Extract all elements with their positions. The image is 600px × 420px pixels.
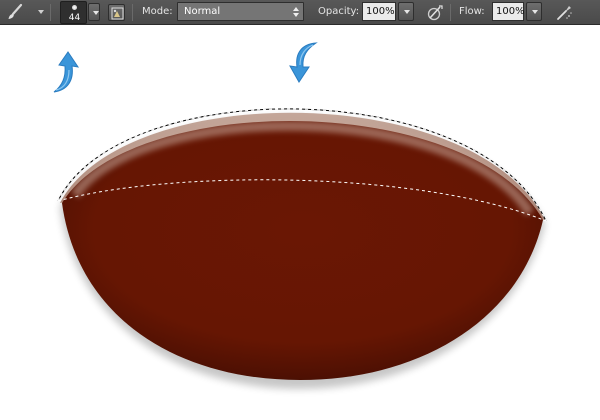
- select-arrows-icon: [293, 6, 299, 18]
- flow-input[interactable]: 100%: [492, 2, 525, 21]
- opacity-input[interactable]: 100%: [362, 2, 396, 21]
- airbrush-icon[interactable]: [555, 3, 574, 22]
- brush-tool-icon[interactable]: [4, 3, 24, 22]
- blend-mode-value: Normal: [184, 6, 221, 17]
- toolbar-divider: [450, 4, 451, 21]
- pressure-opacity-icon[interactable]: [426, 3, 445, 22]
- document-canvas[interactable]: [0, 25, 600, 420]
- tool-preset-chevron-down-icon[interactable]: [38, 10, 44, 14]
- blend-mode-select[interactable]: Normal: [177, 2, 304, 21]
- football-artwork: [57, 108, 547, 389]
- flow-slider-dropdown-button[interactable]: [526, 2, 542, 21]
- toolbar-divider: [132, 4, 133, 21]
- brush-preset-picker[interactable]: 44: [60, 1, 87, 24]
- callout-arrow-selection-icon: [289, 42, 318, 83]
- options-bar: 44 Mode: Normal Opacity: 100% Flow: 100%: [0, 0, 600, 25]
- opacity-slider-dropdown-button[interactable]: [398, 2, 414, 21]
- brush-preset-dropdown-button[interactable]: [88, 3, 100, 21]
- brush-size-label: 44: [68, 13, 81, 23]
- callout-arrow-brush-icon: [53, 51, 80, 93]
- flow-value: 100%: [496, 6, 525, 17]
- brush-panel-toggle-button[interactable]: [108, 4, 125, 21]
- brush-panel-icon: [111, 7, 124, 20]
- toolbar-divider: [50, 4, 51, 21]
- opacity-value: 100%: [366, 6, 395, 17]
- photoshop-window: 44 Mode: Normal Opacity: 100% Flow: 100%: [0, 0, 600, 420]
- brush-tip-icon: [72, 5, 77, 10]
